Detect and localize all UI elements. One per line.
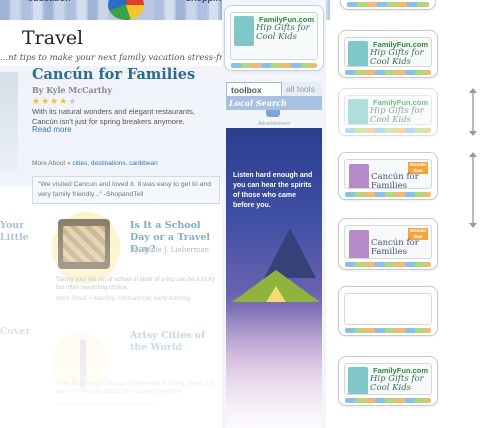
widget-body: FamilyFun.com Hip Gifts for Cool Kids [344, 363, 432, 395]
star-icon: ★ [32, 96, 42, 106]
widget-body: FamilyFun.com Hip Gifts for Cool Kids [344, 95, 432, 125]
star-icon: ★ [41, 96, 51, 106]
card-author: By Annie J. Lieberman [130, 246, 210, 254]
tent-door-icon [266, 286, 286, 302]
category-shopping[interactable]: shopping [186, 0, 227, 3]
strip-cell [55, 0, 64, 20]
widget-preview-wondertime-2[interactable]: Wonder time Cancún for Families [338, 218, 438, 270]
strip-cell [11, 0, 20, 20]
tab-toolbox[interactable]: toolbox [226, 82, 282, 96]
page-title: Travel [22, 27, 84, 49]
travel-article-page: Travel ...nt tips to make your next fami… [0, 20, 222, 428]
widget-body: FamilyFun.com Hip Gifts for Cool Kids [230, 12, 318, 60]
reader-quote: "We visited Cancun and loved it. It was … [32, 176, 220, 204]
widget-footer-bar [345, 262, 431, 267]
gift-image [348, 99, 368, 124]
tab-all-tools[interactable]: all tools [283, 82, 322, 96]
widget-footer-bar [231, 63, 317, 68]
widget-body: Wonder time Cancún for Families [344, 159, 432, 189]
cropped-card-title[interactable]: Your Little [0, 220, 30, 244]
page-tagline: ...nt tips to make your next family vaca… [0, 53, 222, 63]
kids-image [349, 230, 369, 258]
strip-cell [66, 0, 75, 20]
strip-cell [33, 0, 42, 20]
strip-cell [176, 0, 185, 20]
strip-cell [154, 0, 163, 20]
gift-image [348, 367, 368, 394]
strip-cell [88, 0, 97, 20]
advertisement-label: Advertisement [258, 121, 290, 127]
familyfun-widget-top[interactable]: FamilyFun.com Hip Gifts for Cool Kids [224, 5, 324, 71]
widget-footer-bar [347, 2, 429, 7]
expand-icon[interactable] [266, 110, 280, 117]
card-title[interactable]: Artsy Cities of the World [130, 330, 220, 354]
card-description: From Brussels to Chicago to Barcelona in… [56, 381, 214, 395]
widget-text: Cancún for Families [371, 238, 419, 257]
card-description: Taking your kid out of school in favor o… [56, 277, 216, 291]
more-about-tags: More About » cities, destinations, carib… [32, 160, 158, 167]
star-icon: ★ [59, 96, 69, 106]
featured-article-title[interactable]: Cancún for Families [32, 66, 195, 83]
widget-text: Hip Gifts for Cool Kids [256, 23, 310, 42]
widget-body [344, 293, 432, 325]
camping-advertisement[interactable]: Listen hard enough and you can hear the … [226, 128, 322, 428]
featured-article-byline: By Kyle McCarthy [32, 85, 113, 95]
star-icon: ★ [68, 96, 78, 106]
strip-cell [0, 0, 9, 20]
read-more-link[interactable]: Read more [32, 125, 72, 134]
strip-cell [187, 0, 196, 20]
ad-fade [226, 308, 322, 428]
card-more-about[interactable]: More About » art, cities, international [56, 402, 153, 408]
gift-image [348, 41, 368, 66]
ad-text: Listen hard enough and you can hear the … [233, 172, 313, 209]
rating-stars: ★★★★★ [32, 96, 77, 107]
widget-preview-familyfun-3[interactable]: FamilyFun.com Hip Gifts for Cool Kids [338, 356, 438, 406]
strip-cell [99, 0, 108, 20]
widget-footer-bar [345, 70, 431, 75]
color-wheel-icon [108, 0, 144, 20]
card-more-about[interactable]: More About » learning, international, ea… [56, 296, 190, 302]
strip-cell [22, 0, 31, 20]
featured-article-description: With its natural wonders and elegant res… [32, 107, 196, 126]
more-about-label: More About » [32, 160, 71, 167]
resize-arrow-icon[interactable] [469, 152, 477, 228]
gift-image [234, 16, 254, 46]
widget-text: Hip Gifts for Cool Kids [370, 374, 424, 393]
widget-text: Cancún for Families [371, 172, 419, 189]
widget-body: Wonder time Cancún for Families [344, 225, 432, 259]
strip-cell [209, 0, 218, 20]
more-about-links[interactable]: cities, destinations, caribbean [72, 160, 157, 167]
widget-footer-bar [345, 128, 431, 133]
cropped-card-title-2[interactable]: Cover [0, 326, 30, 338]
widget-footer-bar [345, 398, 431, 403]
strip-cell [77, 0, 86, 20]
featured-article-image [0, 72, 18, 172]
widget-preview-wondertime-1[interactable]: Wonder time Cancún for Families [338, 152, 438, 200]
widget-footer-bar [345, 192, 431, 197]
strip-cell [44, 0, 53, 20]
kids-image [349, 164, 369, 188]
star-icon: ★ [50, 96, 60, 106]
widget-text: Hip Gifts for Cool Kids [370, 106, 424, 125]
resize-arrow-icon[interactable] [469, 88, 477, 136]
suitcase-icon [58, 219, 110, 269]
widget-preview-familyfun-1[interactable]: FamilyFun.com Hip Gifts for Cool Kids [338, 30, 438, 78]
category-education[interactable]: education [28, 0, 71, 3]
widget-preview-familyfun-2[interactable]: FamilyFun.com Hip Gifts for Cool Kids [338, 88, 438, 136]
widget-text: Hip Gifts for Cool Kids [370, 48, 424, 67]
widget-body: FamilyFun.com Hip Gifts for Cool Kids [344, 37, 432, 67]
strip-cell [198, 0, 207, 20]
local-search-header[interactable]: Local Search [226, 96, 322, 110]
widget-preview-1[interactable] [340, 0, 436, 10]
widget-footer-bar [345, 328, 431, 333]
strip-cell [165, 0, 174, 20]
toolbox-tabs: toolbox all tools [226, 82, 322, 96]
widget-preview-empty[interactable] [338, 286, 438, 336]
